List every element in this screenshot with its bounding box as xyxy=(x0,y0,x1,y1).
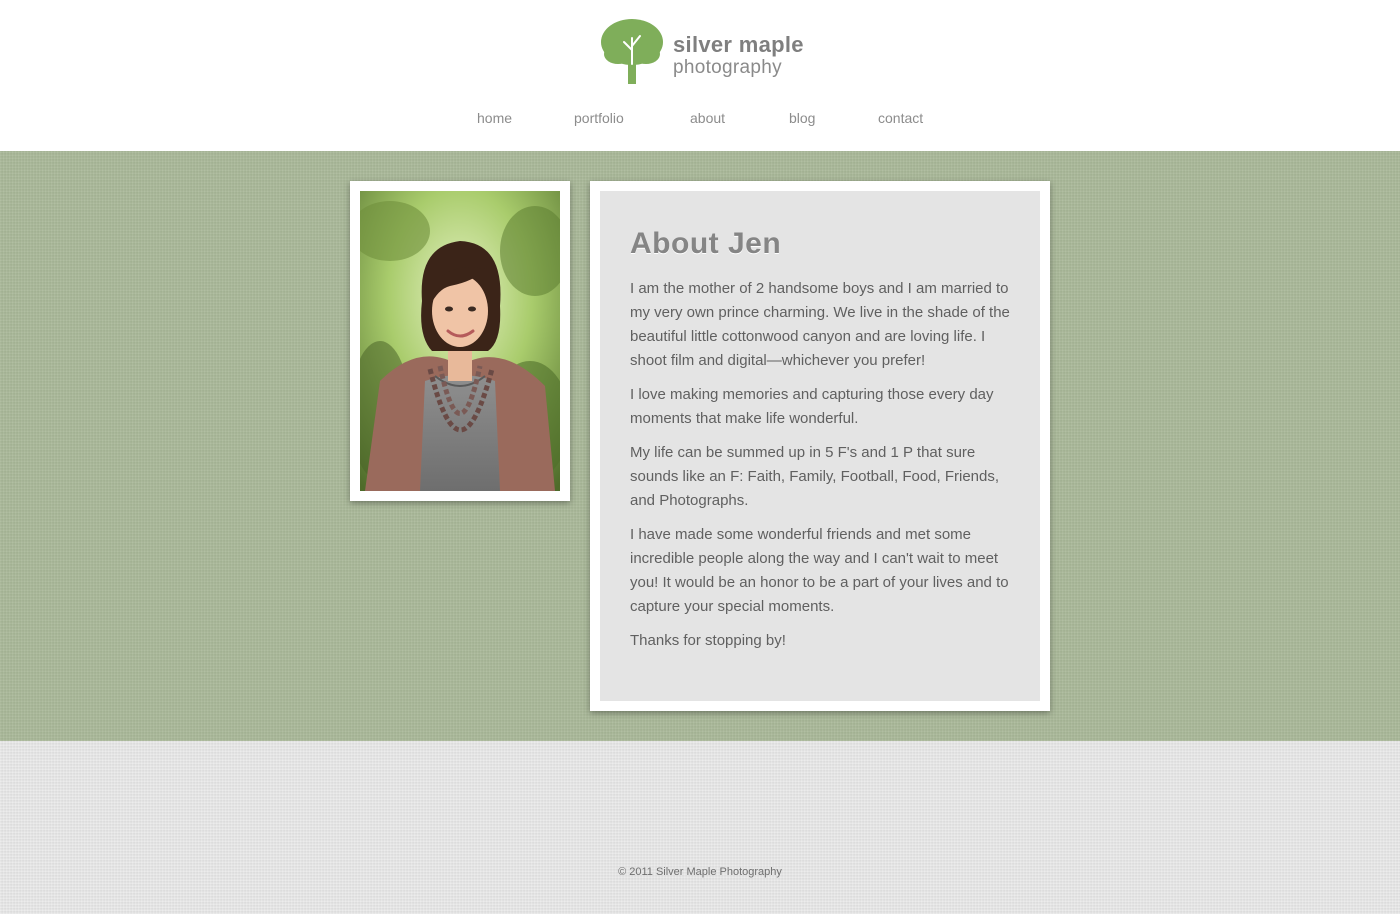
about-card: About Jen I am the mother of 2 handsome … xyxy=(590,181,1050,711)
tree-icon xyxy=(601,19,663,84)
site-logo-link[interactable]: silver maple photography xyxy=(598,18,808,88)
site-footer: © 2011 Silver Maple Photography xyxy=(0,741,1400,914)
copyright-text: © 2011 Silver Maple Photography xyxy=(618,866,782,878)
nav-contact[interactable]: contact xyxy=(878,110,923,126)
portrait-image xyxy=(360,191,560,491)
profile-photo xyxy=(360,191,560,491)
profile-photo-frame xyxy=(350,181,570,501)
about-paragraph: I am the mother of 2 handsome boys and I… xyxy=(630,280,1010,369)
main-nav: home portfolio about blog contact xyxy=(0,110,1400,132)
brand-tagline: photography xyxy=(673,57,782,78)
about-paragraph: I love making memories and capturing tho… xyxy=(630,386,994,427)
nav-home[interactable]: home xyxy=(477,110,512,126)
page-title: About Jen xyxy=(630,227,782,260)
nav-blog[interactable]: blog xyxy=(789,110,815,126)
site-header: silver maple photography home portfolio … xyxy=(0,0,1400,151)
about-card-inner: About Jen I am the mother of 2 handsome … xyxy=(600,191,1040,701)
about-text: I am the mother of 2 handsome boys and I… xyxy=(630,277,1014,663)
about-paragraph: Thanks for stopping by! xyxy=(630,632,786,649)
nav-about[interactable]: about xyxy=(690,110,725,126)
about-paragraph: I have made some wonderful friends and m… xyxy=(630,526,1009,615)
brand-name: silver maple xyxy=(673,32,804,57)
about-paragraph: My life can be summed up in 5 F's and 1 … xyxy=(630,444,1000,509)
nav-portfolio[interactable]: portfolio xyxy=(574,110,624,126)
